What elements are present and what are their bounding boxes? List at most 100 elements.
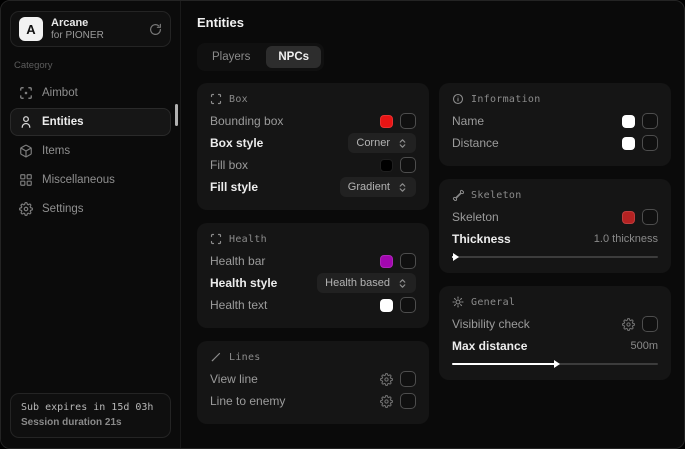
- card-title: Information: [471, 94, 541, 105]
- sidebar-item-label: Settings: [42, 203, 84, 215]
- row-label: Thickness: [452, 232, 511, 246]
- bone-icon: [452, 189, 464, 201]
- visibility-check-row: Visibility check: [452, 313, 658, 335]
- skeleton-checkbox[interactable]: [642, 209, 658, 225]
- row-label: Max distance: [452, 339, 527, 353]
- fill-box-row: Fill box: [210, 154, 416, 176]
- brand-card: A Arcane for PIONER: [10, 11, 171, 47]
- health-style-dropdown[interactable]: Health based: [317, 273, 416, 293]
- color-swatch[interactable]: [622, 137, 635, 150]
- sidebar-item-label: Aimbot: [42, 87, 78, 99]
- line-to-enemy-checkbox[interactable]: [400, 393, 416, 409]
- row-label: View line: [210, 372, 258, 386]
- sidebar-item-label: Entities: [42, 116, 84, 128]
- name-row: Name: [452, 110, 658, 132]
- box-style-dropdown[interactable]: Corner: [348, 133, 416, 153]
- unfold-icon: [397, 278, 408, 289]
- row-label: Bounding box: [210, 114, 283, 128]
- unfold-icon: [397, 182, 408, 193]
- health-bar-row: Health bar: [210, 250, 416, 272]
- distance-checkbox[interactable]: [642, 135, 658, 151]
- sun-icon: [452, 296, 464, 308]
- fill-style-dropdown[interactable]: Gradient: [340, 177, 416, 197]
- color-swatch[interactable]: [380, 115, 393, 128]
- card-title: Box: [229, 94, 248, 105]
- tab-npcs[interactable]: NPCs: [266, 46, 321, 68]
- subscription-card: Sub expires in 15d 03h Session duration …: [10, 393, 171, 438]
- sync-icon[interactable]: [149, 23, 162, 36]
- row-label: Line to enemy: [210, 394, 285, 408]
- sidebar-item-label: Items: [42, 145, 70, 157]
- session-duration-text: Session duration 21s: [21, 417, 160, 428]
- color-swatch[interactable]: [380, 159, 393, 172]
- dropdown-value: Health based: [325, 277, 390, 289]
- sidebar: A Arcane for PIONER Category Aimbot Enti…: [1, 1, 181, 448]
- sidebar-item-items[interactable]: Items: [10, 137, 171, 165]
- name-checkbox[interactable]: [642, 113, 658, 129]
- card-title: General: [471, 297, 515, 308]
- distance-row: Distance: [452, 132, 658, 154]
- color-swatch[interactable]: [622, 211, 635, 224]
- sidebar-item-label: Miscellaneous: [42, 174, 115, 186]
- row-label: Health style: [210, 276, 277, 290]
- app-name: Arcane: [51, 17, 141, 30]
- scan-icon: [210, 93, 222, 105]
- bounding-box-checkbox[interactable]: [400, 113, 416, 129]
- line-to-enemy-settings-button[interactable]: [380, 395, 393, 408]
- card-title: Skeleton: [471, 190, 522, 201]
- line-to-enemy-row: Line to enemy: [210, 390, 416, 412]
- sub-expires-text: Sub expires in 15d 03h: [21, 402, 160, 413]
- card-title: Health: [229, 234, 267, 245]
- skeleton-row: Skeleton: [452, 206, 658, 228]
- fill-style-row: Fill style Gradient: [210, 176, 416, 198]
- sidebar-scrollbar-thumb[interactable]: [175, 104, 178, 126]
- gear-icon: [19, 202, 33, 216]
- sidebar-nav: Aimbot Entities Items Miscellaneous Sett…: [10, 79, 171, 223]
- information-card: Information Name Distance: [439, 83, 671, 166]
- package-icon: [19, 144, 33, 158]
- main-panel: Entities Players NPCs Box Bounding box: [181, 1, 684, 448]
- thickness-value: 1.0 thickness: [594, 233, 658, 245]
- view-line-checkbox[interactable]: [400, 371, 416, 387]
- sidebar-item-aimbot[interactable]: Aimbot: [10, 79, 171, 107]
- view-line-settings-button[interactable]: [380, 373, 393, 386]
- health-bar-checkbox[interactable]: [400, 253, 416, 269]
- row-label: Fill box: [210, 158, 248, 172]
- slider-track: [452, 256, 658, 258]
- max-distance-slider[interactable]: [452, 360, 658, 368]
- info-icon: [452, 93, 464, 105]
- gear-icon: [380, 373, 393, 386]
- health-style-row: Health style Health based: [210, 272, 416, 294]
- page-title: Entities: [197, 15, 671, 30]
- dropdown-value: Gradient: [348, 181, 390, 193]
- crosshair-icon: [19, 86, 33, 100]
- card-title: Lines: [229, 352, 261, 363]
- gear-icon: [622, 318, 635, 331]
- color-swatch[interactable]: [622, 115, 635, 128]
- app-window: A Arcane for PIONER Category Aimbot Enti…: [0, 0, 685, 449]
- tab-players[interactable]: Players: [200, 46, 262, 68]
- slider-handle[interactable]: [452, 363, 555, 365]
- thickness-slider[interactable]: [452, 253, 658, 261]
- thickness-row: Thickness 1.0 thickness: [452, 228, 658, 250]
- sidebar-item-settings[interactable]: Settings: [10, 195, 171, 223]
- person-icon: [19, 115, 33, 129]
- row-label: Health bar: [210, 254, 265, 268]
- color-swatch[interactable]: [380, 299, 393, 312]
- grid-icon: [19, 173, 33, 187]
- bounding-box-row: Bounding box: [210, 110, 416, 132]
- visibility-check-checkbox[interactable]: [642, 316, 658, 332]
- box-card: Box Bounding box Box style Corner: [197, 83, 429, 210]
- app-logo: A: [19, 17, 43, 41]
- diagonal-line-icon: [210, 351, 222, 363]
- fill-box-checkbox[interactable]: [400, 157, 416, 173]
- app-subtitle: for PIONER: [51, 30, 141, 42]
- sidebar-item-entities[interactable]: Entities: [10, 108, 171, 136]
- sidebar-item-miscellaneous[interactable]: Miscellaneous: [10, 166, 171, 194]
- color-swatch[interactable]: [380, 255, 393, 268]
- health-card: Health Health bar Health style Health ba…: [197, 223, 429, 328]
- slider-handle[interactable]: [452, 256, 454, 258]
- max-distance-value: 500m: [630, 340, 658, 352]
- visibility-check-settings-button[interactable]: [622, 318, 635, 331]
- health-text-checkbox[interactable]: [400, 297, 416, 313]
